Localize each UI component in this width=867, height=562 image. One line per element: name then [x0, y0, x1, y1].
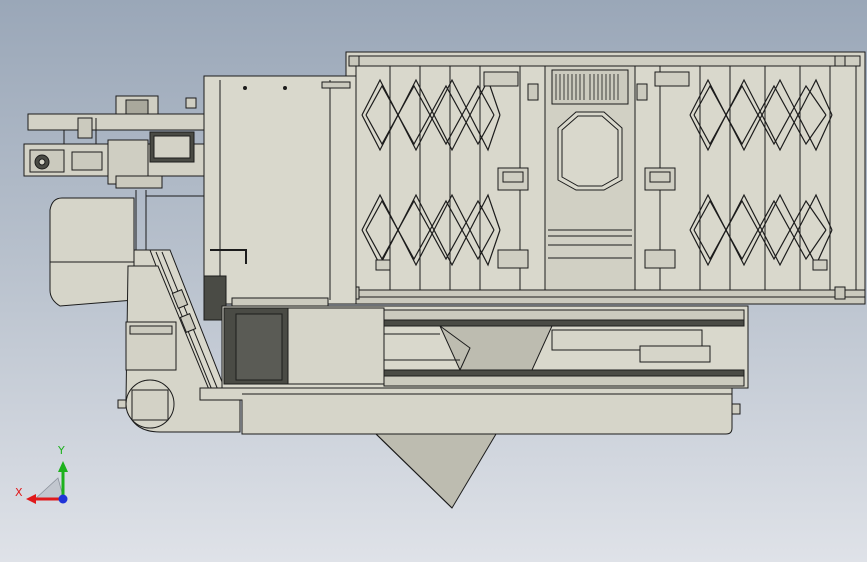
- base-frame[interactable]: [221, 305, 749, 389]
- y-axis-arrowhead: [58, 461, 68, 472]
- model-view[interactable]: X Y: [0, 0, 867, 562]
- graphics-viewport[interactable]: X Y: [0, 0, 867, 562]
- equipment-cabinet[interactable]: [203, 75, 357, 321]
- x-axis-label: X: [15, 486, 23, 499]
- coordinate-triad: X Y: [15, 444, 68, 504]
- y-axis-label: Y: [57, 444, 65, 457]
- x-axis-arrowhead: [26, 494, 36, 504]
- hopper-funnel[interactable]: [374, 433, 497, 509]
- z-axis-point: [58, 494, 68, 504]
- center-door[interactable]: [527, 65, 648, 291]
